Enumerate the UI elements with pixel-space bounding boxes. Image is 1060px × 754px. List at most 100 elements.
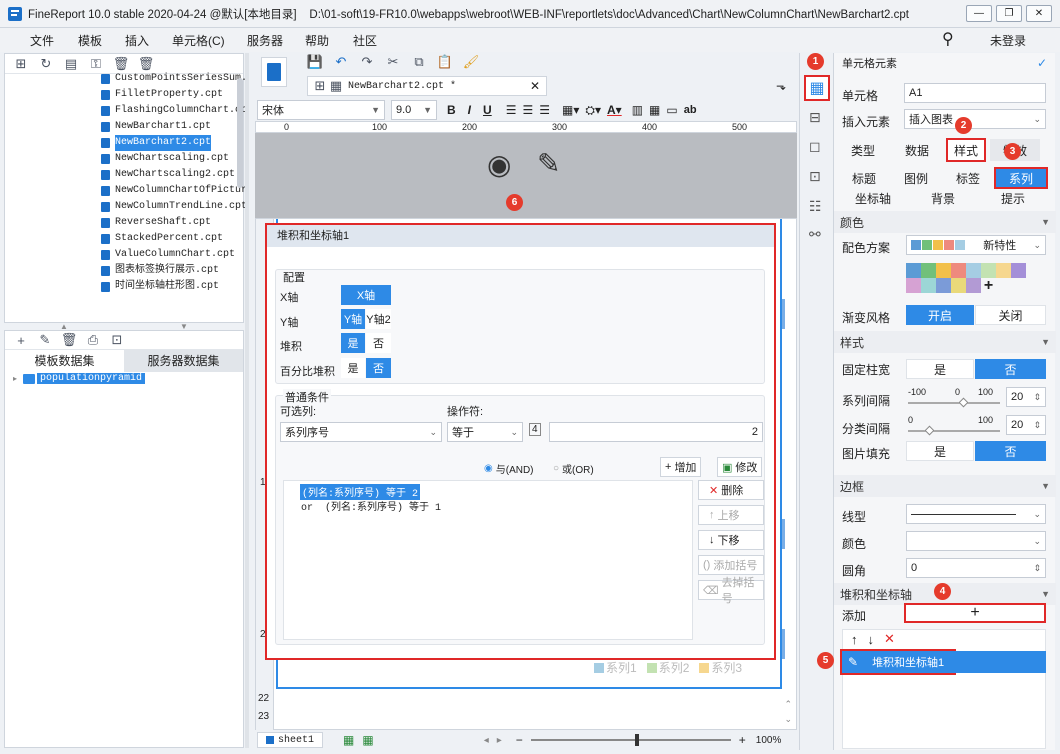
align-center-icon[interactable]: ☰ — [522, 103, 533, 117]
dataset-item[interactable]: ▸ populationpyramid — [5, 373, 243, 384]
series-gap-input[interactable]: 20 ⇕ — [1006, 387, 1046, 407]
fixed-width-yes[interactable]: 是 — [906, 359, 974, 379]
font-select[interactable]: 宋体 ▼ — [257, 100, 385, 120]
menu-server[interactable]: 服务器 — [247, 32, 283, 49]
palette-color[interactable] — [1011, 263, 1026, 278]
condition-attr-icon[interactable]: ☷ — [809, 198, 822, 215]
color-section[interactable]: 颜色 ▼ — [834, 211, 1056, 233]
file-item[interactable]: ReverseShaft.cpt — [101, 215, 247, 231]
add-form-icon[interactable]: ▦ — [362, 733, 373, 747]
image-fill-no[interactable]: 否 — [975, 441, 1046, 461]
subtab-tooltip[interactable]: 提示 — [978, 188, 1048, 208]
trash-icon[interactable]: 🗑 — [138, 56, 155, 72]
paste-icon[interactable]: 📋 — [437, 54, 453, 70]
y-axis-option-1[interactable]: Y轴 — [341, 309, 365, 329]
color-palette[interactable]: + — [906, 263, 1038, 294]
file-item[interactable]: CustomPointsSeriesSum. — [101, 71, 247, 87]
file-item[interactable]: 时间坐标轴柱形图.cpt — [101, 279, 247, 295]
gradient-on[interactable]: 开启 — [906, 305, 974, 325]
align-left-icon[interactable]: ☰ — [506, 103, 517, 117]
bold-icon[interactable]: B — [447, 103, 456, 117]
move-up-button[interactable]: ↑ 上移 — [698, 505, 764, 525]
add-button[interactable]: + 增加 — [660, 457, 702, 477]
pencil-icon[interactable]: ✎ — [848, 655, 858, 669]
close-button[interactable]: ✕ — [1026, 5, 1052, 22]
menu-cell[interactable]: 单元格(C) — [172, 32, 225, 49]
cut-icon[interactable]: ✂ — [385, 54, 401, 70]
tab-menu-icon[interactable]: ⬎ — [776, 79, 786, 93]
operator-select[interactable]: 等于 ⌄ — [447, 422, 523, 442]
file-item[interactable]: StackedPercent.cpt — [101, 231, 247, 247]
splitter[interactable]: ▲ ▼ — [4, 322, 244, 331]
scroll-down-icon[interactable]: ⌄ — [784, 714, 792, 725]
file-item[interactable]: 图表标签换行展示.cpt — [101, 263, 247, 279]
percent-no[interactable]: 否 — [366, 358, 391, 378]
text-icon[interactable]: ab — [684, 104, 697, 116]
cell-element-tab[interactable]: ▦ — [804, 75, 830, 101]
file-item[interactable]: NewColumnChartOfPictur — [101, 183, 247, 199]
edit-icon[interactable]: ✎ — [37, 332, 53, 348]
and-radio[interactable]: ◉ 与(AND) — [484, 461, 534, 476]
menu-template[interactable]: 模板 — [78, 32, 102, 49]
insert-select[interactable]: 插入图表 ⌄ — [904, 109, 1046, 129]
condition-item-2[interactable]: or (列名:系列序号) 等于 1 — [301, 498, 441, 514]
sheet-tab[interactable]: sheet1 — [257, 732, 324, 748]
login-link[interactable]: 未登录 — [990, 32, 1026, 49]
palette-color[interactable] — [966, 263, 981, 278]
undo-icon[interactable]: ↶ — [333, 54, 349, 70]
palette-color[interactable] — [906, 278, 921, 293]
nav-next-icon[interactable]: ▸ — [497, 735, 502, 746]
zoom-out-icon[interactable]: − — [516, 733, 523, 747]
file-item[interactable]: ValueColumnChart.cpt — [101, 247, 247, 263]
border-section[interactable]: 边框 ▼ — [834, 475, 1056, 497]
collapse-bar[interactable] — [245, 53, 249, 748]
expand-icon[interactable]: ▸ — [13, 374, 17, 383]
subtab-axis[interactable]: 坐标轴 — [838, 188, 908, 208]
file-item[interactable]: NewBarchart1.cpt — [101, 119, 247, 135]
stack-axis-item[interactable]: ✎ 堆积和坐标轴1 — [840, 649, 956, 675]
series-gap-slider[interactable] — [908, 397, 1000, 408]
font-color-icon[interactable]: A▾ — [607, 103, 622, 117]
palette-color[interactable] — [936, 278, 951, 293]
save-icon[interactable]: 💾 — [307, 54, 323, 70]
add-stack-axis-button[interactable]: + — [904, 603, 1046, 623]
copy-icon[interactable]: ⧉ — [411, 54, 427, 70]
menu-help[interactable]: 帮助 — [305, 32, 329, 49]
nav-prev-icon[interactable]: ◂ — [484, 735, 489, 746]
palette-color[interactable] — [996, 263, 1011, 278]
pencil-icon[interactable]: ✎ — [537, 147, 560, 180]
widget-icon[interactable]: ⊡ — [809, 168, 821, 185]
subtab-background[interactable]: 背景 — [908, 188, 978, 208]
tab-template-dataset[interactable]: 模板数据集 — [5, 352, 124, 369]
column-select[interactable]: 系列序号 ⌄ — [280, 422, 442, 442]
hyperlink-icon[interactable]: ⚯ — [809, 226, 821, 243]
delete-button[interactable]: ✕ 删除 — [698, 480, 764, 500]
tab-data[interactable]: 数据 — [892, 139, 942, 161]
border-icon[interactable]: ▦▾ — [562, 103, 579, 117]
value-type-icon[interactable]: 4 — [529, 423, 541, 436]
palette-color[interactable] — [951, 278, 966, 293]
x-axis-button[interactable]: X轴 — [341, 285, 391, 305]
font-size-select[interactable]: 9.0 ▼ — [391, 100, 437, 120]
lock-icon[interactable]: ⚿ — [88, 56, 104, 72]
align-right-icon[interactable]: ☰ — [539, 103, 550, 117]
cell-attr-icon[interactable]: ⊟ — [809, 109, 821, 126]
file-item[interactable]: FilletProperty.cpt — [101, 87, 247, 103]
zoom-slider[interactable] — [530, 734, 731, 746]
add-dataset-icon[interactable]: + — [13, 332, 29, 348]
arrow-down-icon[interactable]: ↓ — [868, 632, 875, 647]
palette-color[interactable] — [921, 263, 936, 278]
hidden-eye-icon[interactable]: ◉ — [487, 148, 511, 181]
or-radio[interactable]: ○ 或(OR) — [553, 461, 594, 476]
open-icon[interactable]: ▤ — [63, 56, 79, 72]
maximize-button[interactable]: ❐ — [996, 5, 1022, 22]
border-color-select[interactable]: ⌄ — [906, 531, 1046, 551]
file-item[interactable]: FlashingColumnChart.cp — [101, 103, 247, 119]
preview-icon[interactable]: ⎙ — [85, 332, 101, 348]
italic-icon[interactable]: I — [468, 103, 471, 117]
tab-close-icon[interactable]: ✕ — [530, 79, 540, 93]
file-item[interactable]: NewColumnTrendLine.cpt — [101, 199, 247, 215]
add-sheet-icon[interactable]: ▦ — [343, 733, 354, 747]
percent-yes[interactable]: 是 — [341, 358, 365, 378]
palette-color[interactable] — [906, 263, 921, 278]
